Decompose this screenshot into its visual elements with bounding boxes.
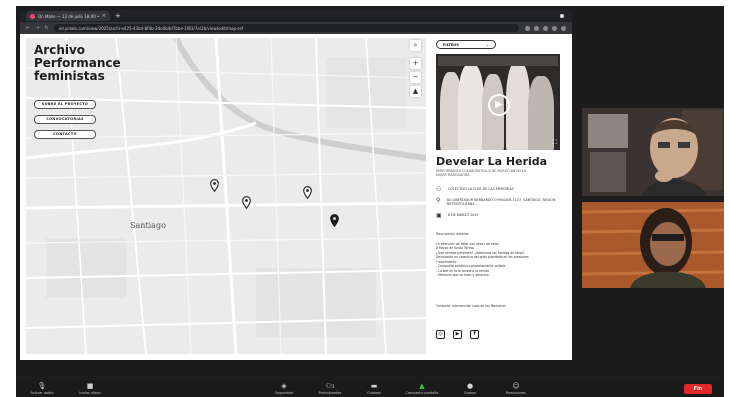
site-title-line: feministas [34,69,105,83]
audio-label: Activar audio [30,391,54,395]
address-bar: ← → ↻ ed.yidale.com/view/2025/archi-e425… [20,22,572,34]
reactions-button[interactable]: ☺ Reacciones [494,382,538,395]
forward-icon[interactable]: → [35,25,39,31]
description-label: Descripción/ detalles: [436,232,470,236]
location-pin-icon: ⚲ [436,197,441,204]
description-line: Develación en colectivo del grito guarda… [436,255,529,259]
profile-icon[interactable] [561,25,566,31]
chat-label: Chatear [367,391,381,395]
play-button[interactable]: ▶ [488,94,510,116]
fullscreen-icon[interactable]: ⛶ [553,139,557,147]
youtube-icon[interactable]: ▶ [453,330,462,339]
detail-panel: FILTROS ⌄ ▶ ⛶ Develar La Herida PERFORMA… [432,38,566,354]
convocatorias-button[interactable]: CONVOCATORIAS [34,115,96,124]
contact-button[interactable]: CONTACTO [34,130,96,139]
zoom-toolbar: 🎙 Activar audio ■ Iniciar video ◈ Seguri… [16,380,724,397]
performance-title: Develar La Herida [436,155,548,168]
participants-icon: ⚇3 [325,382,335,390]
description-line: 8 Marzo de Santa Teresa [436,246,474,250]
collective-name: COLECTIVO LA FLOR DE LAS MEMORIAS [448,187,514,191]
performance-video[interactable]: ▶ ⛶ [436,54,560,150]
web-page: Archivo Performance feministas SOBRE EL … [20,34,572,360]
description-line: - Memoria que se hace y desarma [436,273,489,277]
record-button[interactable]: ● Grabar [448,382,492,395]
filter-label: FILTROS [443,42,459,47]
video-label: Iniciar video [79,391,101,395]
participant-avatar [582,202,724,288]
back-icon[interactable]: ← [26,25,30,31]
extension-icon[interactable] [552,25,557,31]
north-arrow-icon[interactable]: ▲ [410,86,421,97]
location-row: ⚲ AV. LIBERTADOR BERNARDO O'HIGGINS 1157… [436,198,556,207]
browser-tab[interactable]: On Make — 12 de julio 18:00 • × [26,11,110,21]
zoom-out-button[interactable]: − [410,72,421,83]
social-links: ◎ ▶ f [436,330,479,339]
camera-icon: ■ [86,382,94,390]
site-title: Archivo Performance feministas [34,44,154,83]
group-icon: ⚇ [436,186,442,193]
instagram-icon[interactable]: ◎ [436,330,445,339]
filter-dropdown[interactable]: FILTROS ⌄ [436,40,496,49]
url-field[interactable]: ed.yidale.com/view/2025/archi-e425-43b4-… [53,24,519,32]
contact-line: Contacto: Intervención Lazo de las Memor… [436,304,506,308]
participant-avatar [582,108,724,196]
calendar-icon: ▣ [436,212,442,219]
participant-video[interactable] [582,202,724,288]
map-roads [26,38,426,354]
shared-browser-window: On Make — 12 de julio 18:00 • × + ← → ↻ … [20,10,572,360]
share-screen-icon: ▲ [419,382,425,390]
zoom-in-button[interactable]: + [410,58,421,69]
audio-button[interactable]: 🎙 Activar audio [20,382,64,395]
reactions-label: Reacciones [506,391,526,395]
microphone-muted-icon: 🎙 [37,382,47,390]
chat-button[interactable]: ▬ Chatear [352,382,396,395]
extensions [525,25,566,31]
emoji-icon: ☺ [512,382,520,390]
about-project-button[interactable]: SOBRE EL PROYECTO [34,100,96,109]
event-date: 8 DE MARZO 2019 [448,213,479,217]
reload-icon[interactable]: ↻ [44,25,48,31]
participants-count: 3 [331,384,335,389]
facebook-icon[interactable]: f [470,330,479,339]
chat-icon: ▬ [370,382,378,390]
share-label: Compartir pantalla [405,391,439,395]
collective-row: ⚇ COLECTIVO LA FLOR DE LAS MEMORIAS [436,187,514,193]
zoom-window: On Make — 12 de julio 18:00 • × + ← → ↻ … [16,6,724,397]
record-icon: ● [466,382,474,390]
extension-icon[interactable] [525,25,530,31]
extension-icon[interactable] [534,25,539,31]
description-line: - Compañía sintética completamente sella… [436,264,506,268]
participants-button[interactable]: ⚇3 Participantes [308,382,352,395]
share-screen-button[interactable]: ▲ Compartir pantalla [400,382,444,395]
map-city-label: Santiago [130,221,166,230]
map-pin-selected-icon[interactable] [330,214,339,227]
tab-title: On Make — 12 de julio 18:00 • [38,13,100,19]
security-label: Seguridad [275,391,293,395]
browser-tab-bar: On Make — 12 de julio 18:00 • × + [20,10,572,22]
video-button[interactable]: ■ Iniciar video [68,382,112,395]
tab-favicon-icon [30,13,35,19]
tab-close-icon[interactable]: × [102,13,106,19]
shield-icon: ◈ [281,382,287,390]
map-pin-icon[interactable] [210,179,219,192]
window-menu-icon[interactable] [560,14,564,18]
map-search-icon[interactable]: ⌕ [410,40,421,51]
record-label: Grabar [463,391,477,395]
map-view[interactable]: Archivo Performance feministas SOBRE EL … [26,38,426,354]
participant-video[interactable] [582,108,724,196]
participants-label: Participantes [318,391,342,395]
performance-subtitle: PERFORMANCE COLABORATIVA 8 DE MARZO 8N E… [436,169,526,178]
end-meeting-button[interactable]: Fin [684,384,712,394]
chevron-down-icon: ⌄ [486,42,489,47]
extension-icon[interactable] [543,25,548,31]
map-pin-icon[interactable] [242,196,251,209]
map-pin-icon[interactable] [303,186,312,199]
new-tab-button[interactable]: + [115,12,121,20]
location-address: AV. LIBERTADOR BERNARDO O'HIGGINS 1157, … [446,198,556,207]
date-row: ▣ 8 DE MARZO 2019 [436,213,479,219]
security-button[interactable]: ◈ Seguridad [262,382,306,395]
